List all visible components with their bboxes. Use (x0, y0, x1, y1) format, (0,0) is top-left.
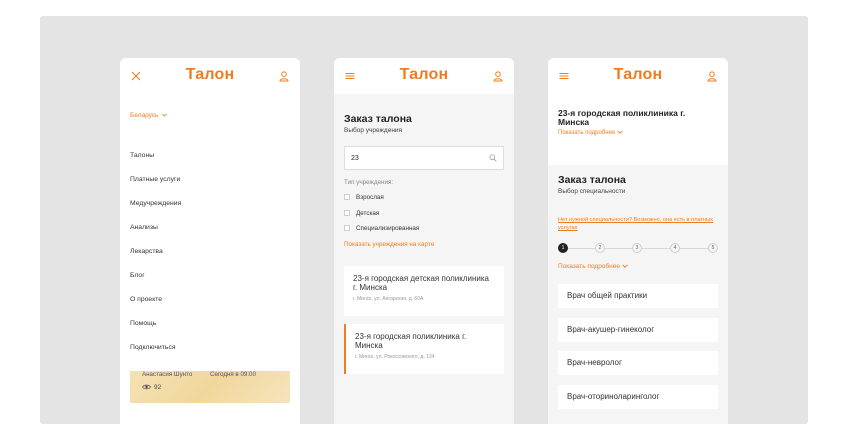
specialty-item[interactable]: Врач-невролог (558, 351, 718, 375)
header: Талон (334, 58, 514, 94)
menu-item-talons[interactable]: Талоны (130, 152, 181, 176)
logo[interactable]: Талон (120, 66, 300, 84)
main-menu: Талоны Платные услуги Медучреждения Анал… (130, 152, 181, 368)
page-title: Заказ талона (344, 113, 412, 125)
step-2: 2 (595, 243, 605, 253)
page-subtitle: Выбор специальности (558, 188, 626, 195)
country-label: Беларусь (130, 112, 159, 119)
country-selector[interactable]: Беларусь (130, 112, 168, 119)
menu-item-paid-services[interactable]: Платные услуги (130, 176, 181, 200)
header: Талон (548, 58, 728, 94)
logo[interactable]: Талон (334, 66, 514, 84)
filter-specialized-label: Специализированная (356, 225, 420, 232)
menu-item-blog[interactable]: Блог (130, 272, 181, 296)
menu-item-institutions[interactable]: Медучреждения (130, 200, 181, 224)
views-count: 92 (154, 384, 162, 391)
clinic-item-selected[interactable]: 23-я городская поликлиника г. Минска г. … (344, 324, 504, 374)
eye-icon (142, 385, 151, 390)
checkbox-box[interactable] (344, 194, 350, 200)
step-3: 3 (632, 243, 642, 253)
step-indicator: 1 2 3 4 5 (558, 242, 718, 254)
clinic-address: г. Минск, ул. Рокоссовского, д. 134 (355, 354, 435, 360)
card-author: Анастасия Шунто (142, 371, 193, 378)
specialty-item[interactable]: Врач-оториноларинголог (558, 385, 718, 409)
show-more-label: Показать подробнее (558, 263, 620, 270)
logo[interactable]: Талон (548, 66, 728, 84)
clinic-name: 23-я городская детская поликлиника г. Ми… (353, 274, 489, 292)
show-more-link-2[interactable]: Показать подробнее (558, 263, 628, 270)
card-date: Сегодня в 09:00 (210, 371, 256, 378)
phone-specialty-screen: Талон 23-я городская поликлиника г. Минс… (548, 58, 728, 424)
show-more-label: Показать подробнее (558, 130, 616, 136)
header: Талон (120, 58, 300, 94)
selected-clinic-name: 23-я городская поликлиника г. Минска (558, 108, 686, 127)
page-subtitle: Выбор учреждения (344, 127, 403, 134)
filter-children-label: Детская (356, 210, 380, 217)
show-on-map-link[interactable]: Показать учреждения на карте (344, 241, 434, 248)
specialty-item[interactable]: Врач-акушер-гинеколог (558, 318, 718, 342)
content-background (334, 94, 514, 424)
step-4: 4 (670, 243, 680, 253)
user-icon[interactable] (278, 70, 290, 82)
card-views: 92 (142, 384, 161, 391)
filter-children-checkbox[interactable]: Детская (344, 210, 379, 217)
checkbox-box[interactable] (344, 210, 350, 216)
filter-adult-label: Взрослая (356, 194, 384, 201)
search-value: 23 (351, 155, 359, 162)
step-1: 1 (558, 243, 568, 253)
phone-institution-screen: Талон Заказ талона Выбор учреждения 23 Т… (334, 58, 514, 424)
chevron-down-icon (622, 264, 628, 269)
blog-card[interactable]: Анастасия Шунто Сегодня в 09:00 92 (130, 371, 290, 403)
specialty-item[interactable]: Врач общей практики (558, 284, 718, 308)
menu-item-analyses[interactable]: Анализы (130, 224, 181, 248)
chevron-down-icon (162, 113, 168, 117)
show-more-link[interactable]: Показать подробнее (558, 130, 718, 136)
search-icon[interactable] (489, 154, 497, 162)
checkbox-box[interactable] (344, 225, 350, 231)
page-title: Заказ талона (558, 174, 626, 186)
menu-item-medicines[interactable]: Лекарства (130, 248, 181, 272)
clinic-address: г. Минск, ул. Ангарская, д. 60А (353, 296, 424, 302)
page-heading: Заказ талона Выбор специальности (558, 174, 626, 195)
user-icon[interactable] (706, 70, 718, 82)
clinic-name: 23-я городская поликлиника г. Минска (355, 332, 467, 350)
search-input[interactable]: 23 (344, 146, 504, 170)
clinic-item[interactable]: 23-я городская детская поликлиника г. Ми… (344, 266, 504, 316)
menu-item-connect[interactable]: Подключиться (130, 344, 181, 368)
menu-item-about[interactable]: О проекте (130, 296, 181, 320)
showcase-background: Талон Беларусь Талоны Платные услуги Мед… (40, 16, 808, 424)
page-heading: Заказ талона Выбор учреждения (344, 113, 412, 134)
menu-item-help[interactable]: Помощь (130, 320, 181, 344)
filter-adult-checkbox[interactable]: Взрослая (344, 194, 384, 201)
filter-label: Тип учреждения: (344, 179, 394, 186)
filter-specialized-checkbox[interactable]: Специализированная (344, 225, 419, 232)
chevron-down-icon (617, 130, 623, 135)
phone-menu-screen: Талон Беларусь Талоны Платные услуги Мед… (120, 58, 300, 424)
step-5: 5 (708, 243, 718, 253)
user-icon[interactable] (492, 70, 504, 82)
paid-services-link[interactable]: Нет нужной специальности? Возможно, она … (558, 216, 722, 232)
selected-clinic: 23-я городская поликлиника г. Минска Пок… (558, 108, 718, 137)
